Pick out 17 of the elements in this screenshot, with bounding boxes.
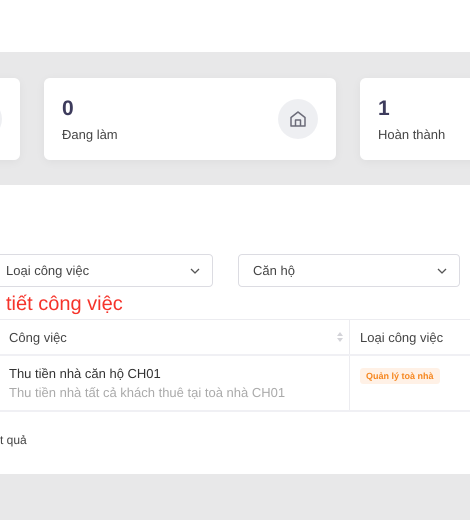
select-dropdown[interactable]: Căn hộ: [238, 254, 460, 287]
stat-value: 0: [62, 96, 75, 120]
category-tag: Quản lý toà nhà: [360, 368, 440, 384]
column-header[interactable]: Công việc: [0, 320, 350, 354]
task-title: Thu tiền nhà căn hộ CH01: [9, 366, 162, 381]
task-description: Thu tiền nhà tất cả khách thuê tại toà nhà CH01: [9, 385, 286, 400]
chevron-down-icon: [190, 268, 200, 274]
chevron-down-icon: [437, 268, 447, 274]
stat-value: 1: [378, 96, 391, 120]
select-dropdown[interactable]: Loại công việc: [0, 254, 213, 287]
home-icon: [278, 99, 318, 139]
stat-label: Đang làm: [62, 126, 118, 142]
result-count: t quả: [0, 432, 28, 447]
sort-icon: [336, 331, 344, 343]
column-header[interactable]: Loại công việc: [350, 320, 470, 354]
section-title: tiết công việc: [5, 292, 124, 317]
stat-label: Hoàn thành: [378, 126, 446, 142]
